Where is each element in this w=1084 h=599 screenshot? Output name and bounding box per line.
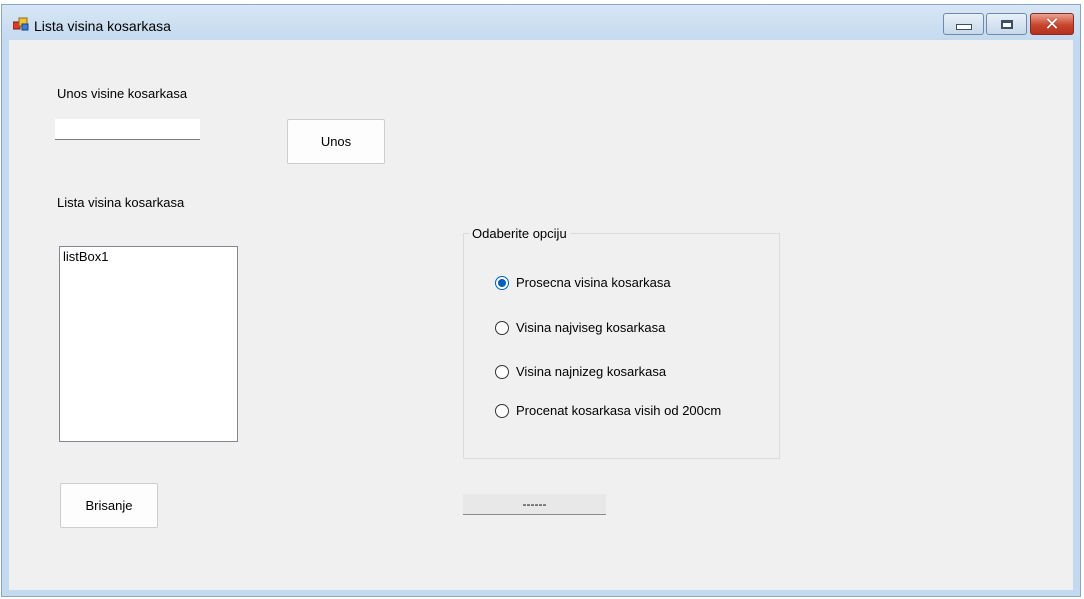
radio-unchecked-icon [495,320,509,335]
height-input[interactable] [55,119,200,140]
maximize-button[interactable] [986,13,1027,35]
radio-label: Visina najnizeg kosarkasa [516,364,667,379]
app-window: Lista visina kosarkasa ✕ Unos visine kos… [1,4,1081,597]
form-client-area: Unos visine kosarkasa Unos Lista visina … [9,40,1073,590]
title-bar[interactable]: Lista visina kosarkasa ✕ [2,5,1080,40]
radio-najnizeg[interactable]: Visina najnizeg kosarkasa [495,364,666,379]
brisanje-button[interactable]: Brisanje [60,483,158,528]
app-icon [13,17,29,31]
group-title: Odaberite opciju [469,226,570,241]
close-icon: ✕ [1044,14,1060,34]
radio-unchecked-icon [495,403,509,418]
options-groupbox [463,233,780,459]
radio-label: Procenat kosarkasa visih od 200cm [516,403,722,418]
minimize-icon [955,24,972,30]
heights-listbox[interactable]: listBox1 [59,246,238,442]
radio-checked-icon [495,275,509,290]
maximize-icon [1000,19,1013,29]
radio-procenat[interactable]: Procenat kosarkasa visih od 200cm [495,403,721,418]
radio-unchecked-icon [495,364,509,379]
list-item[interactable]: listBox1 [63,249,234,264]
radio-najviseg[interactable]: Visina najviseg kosarkasa [495,320,665,335]
close-button[interactable]: ✕ [1030,13,1074,35]
minimize-button[interactable] [943,13,984,35]
radio-label: Prosecna visina kosarkasa [516,275,671,290]
result-label: ------ [463,494,606,515]
radio-label: Visina najviseg kosarkasa [516,320,666,335]
window-title: Lista visina kosarkasa [34,18,171,34]
unos-button[interactable]: Unos [287,119,385,164]
input-label: Unos visine kosarkasa [57,86,188,101]
list-label: Lista visina kosarkasa [57,195,185,210]
radio-prosecna[interactable]: Prosecna visina kosarkasa [495,275,671,290]
